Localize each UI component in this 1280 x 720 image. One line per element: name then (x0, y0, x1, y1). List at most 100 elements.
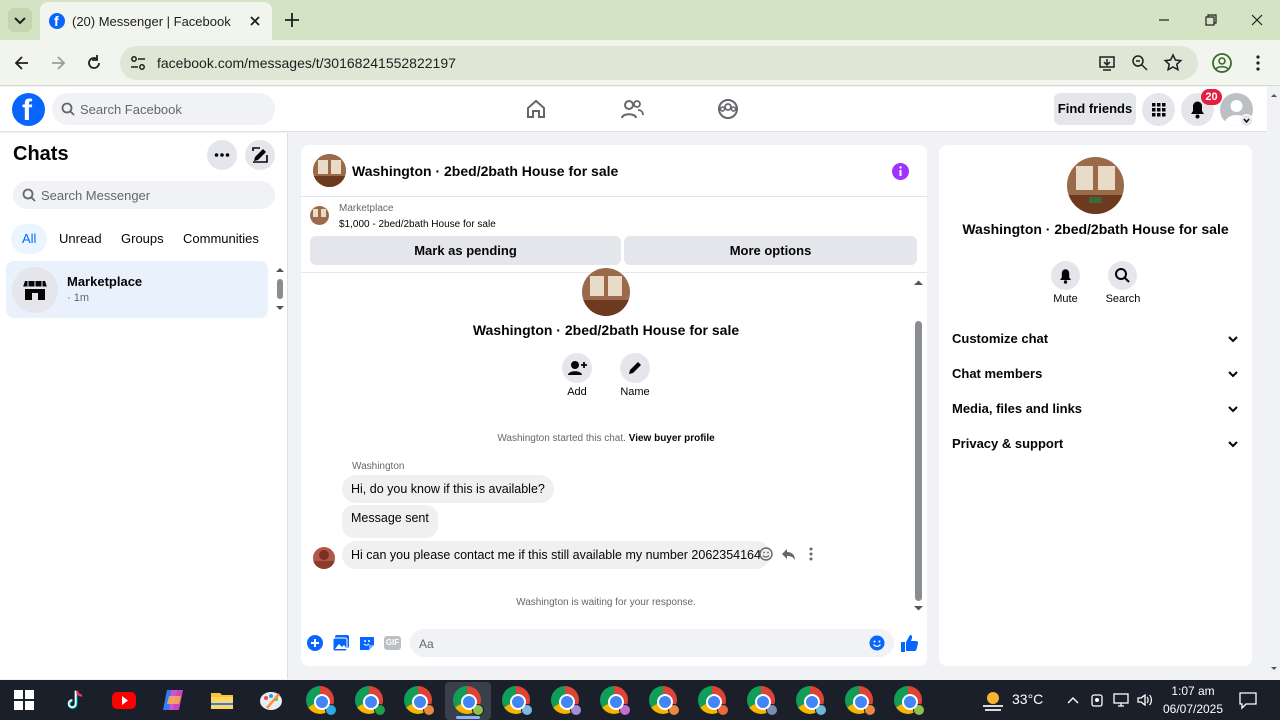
mute-bell-icon[interactable] (1051, 261, 1080, 290)
copilot-icon[interactable] (159, 686, 187, 714)
facebook-logo-icon[interactable]: f (12, 93, 45, 127)
chat-members-item[interactable]: Chat members (952, 366, 1042, 381)
waiting-notice: Washington is waiting for your response. (516, 597, 696, 608)
conversation-title[interactable]: Washington · 2bed/2bath House for sale (352, 163, 618, 179)
conversation-avatar[interactable] (313, 154, 346, 187)
clock-time[interactable]: 1:07 am (1160, 684, 1226, 698)
zoom-icon[interactable] (1131, 54, 1149, 72)
more-options-button[interactable]: More options (624, 236, 917, 265)
filter-groups[interactable]: Groups (121, 231, 164, 246)
friends-icon[interactable] (620, 98, 644, 120)
sender-avatar[interactable] (313, 547, 335, 569)
page-scrollbar[interactable] (1268, 87, 1280, 680)
clock-date[interactable]: 06/07/2025 (1160, 702, 1226, 716)
chat-list-scrollbar[interactable] (274, 264, 286, 314)
temperature[interactable]: 33°C (1012, 691, 1043, 707)
gif-icon[interactable]: GIF (384, 636, 401, 650)
meet-now-icon[interactable] (1090, 692, 1104, 708)
tab-close-icon[interactable] (246, 12, 264, 30)
filter-all[interactable]: All (22, 231, 36, 246)
media-files-links-item[interactable]: Media, files and links (952, 401, 1082, 416)
account-chevron-icon[interactable] (1240, 114, 1253, 127)
chevron-down-icon[interactable] (1226, 402, 1240, 416)
new-tab-icon[interactable] (282, 10, 302, 30)
emoji-icon[interactable] (869, 635, 885, 651)
conversation-scrollbar[interactable] (912, 275, 925, 615)
reload-icon[interactable] (84, 53, 104, 73)
chrome-taskbar-icon[interactable] (502, 686, 533, 716)
chrome-taskbar-icon[interactable] (747, 686, 778, 716)
messenger-search-input[interactable]: Search Messenger (13, 181, 275, 209)
chats-options-icon[interactable] (207, 140, 237, 170)
chrome-taskbar-icon[interactable] (551, 686, 582, 716)
chrome-taskbar-icon[interactable] (404, 686, 435, 716)
window-close-icon[interactable] (1249, 12, 1265, 28)
home-icon[interactable] (525, 98, 547, 120)
volume-icon[interactable] (1136, 692, 1154, 708)
install-app-icon[interactable] (1098, 54, 1116, 72)
tab-search-button[interactable] (8, 8, 32, 32)
address-bar[interactable]: facebook.com/messages/t/3016824155282219… (120, 46, 1198, 80)
customize-chat-item[interactable]: Customize chat (952, 331, 1048, 346)
weather-sun-icon[interactable] (980, 688, 1006, 712)
windows-start-icon[interactable] (14, 690, 34, 710)
listing-description[interactable]: $1,000 - 2bed/2bath House for sale (339, 219, 496, 230)
react-emoji-icon[interactable] (758, 546, 774, 562)
info-icon[interactable] (892, 163, 909, 180)
notification-center-icon[interactable] (1238, 690, 1258, 710)
menu-grid-icon[interactable] (1142, 93, 1175, 126)
filter-communities[interactable]: Communities (183, 231, 259, 246)
edit-name-pencil-icon[interactable] (620, 353, 650, 383)
message-bubble[interactable]: Message sent (342, 505, 438, 538)
facebook-search-input[interactable]: Search Facebook (52, 93, 275, 125)
thumbs-up-icon[interactable] (899, 633, 919, 653)
youtube-icon[interactable] (110, 686, 138, 714)
chrome-taskbar-icon[interactable] (600, 686, 631, 716)
chrome-taskbar-icon[interactable] (355, 686, 386, 716)
view-buyer-profile-link[interactable]: View buyer profile (629, 433, 715, 444)
filter-unread[interactable]: Unread (59, 231, 102, 246)
chevron-down-icon[interactable] (1226, 332, 1240, 346)
photo-icon[interactable] (332, 634, 350, 652)
message-composer-input[interactable]: Aa (410, 629, 894, 657)
message-bubble[interactable]: Hi, do you know if this is available? (342, 475, 554, 503)
chrome-taskbar-icon[interactable] (306, 686, 337, 716)
info-avatar[interactable] (1067, 157, 1124, 214)
find-friends-button[interactable]: Find friends (1054, 93, 1136, 125)
groups-icon[interactable] (717, 98, 739, 120)
chrome-taskbar-icon[interactable] (796, 686, 827, 716)
sticker-icon[interactable] (358, 634, 376, 652)
chrome-taskbar-icon[interactable] (649, 686, 680, 716)
chrome-taskbar-icon[interactable] (845, 686, 876, 716)
restore-icon[interactable] (1203, 12, 1219, 28)
profile-icon[interactable] (1211, 52, 1233, 74)
privacy-support-item[interactable]: Privacy & support (952, 436, 1063, 451)
new-message-icon[interactable] (245, 140, 275, 170)
tray-chevron-up-icon[interactable] (1066, 693, 1080, 707)
browser-tab[interactable]: f (20) Messenger | Facebook (40, 2, 272, 40)
plus-icon[interactable] (306, 634, 324, 652)
site-info-icon[interactable] (129, 54, 147, 72)
reply-icon[interactable] (780, 546, 796, 562)
browser-menu-icon[interactable] (1250, 53, 1266, 73)
chrome-taskbar-icon[interactable] (698, 686, 729, 716)
facebook-favicon-icon: f (49, 13, 65, 29)
chat-list-item[interactable]: Marketplace · 1m (6, 261, 268, 318)
chevron-down-icon[interactable] (1226, 437, 1240, 451)
chevron-down-icon[interactable] (1226, 367, 1240, 381)
message-bubble[interactable]: Hi can you please contact me if this sti… (342, 541, 770, 569)
file-explorer-icon[interactable] (208, 686, 236, 714)
chrome-taskbar-icon-active[interactable] (453, 686, 484, 716)
add-person-icon[interactable] (562, 353, 592, 383)
message-more-icon[interactable] (804, 546, 818, 562)
minimize-icon[interactable] (1156, 12, 1172, 28)
paint-icon[interactable] (257, 686, 285, 714)
bookmark-star-icon[interactable] (1163, 53, 1183, 73)
forward-icon[interactable] (48, 53, 68, 73)
network-icon[interactable] (1112, 692, 1130, 708)
mark-as-pending-button[interactable]: Mark as pending (310, 236, 621, 265)
search-icon[interactable] (1108, 261, 1137, 290)
chrome-taskbar-icon[interactable] (894, 686, 925, 716)
back-icon[interactable] (12, 53, 32, 73)
tiktok-icon[interactable] (61, 686, 89, 714)
